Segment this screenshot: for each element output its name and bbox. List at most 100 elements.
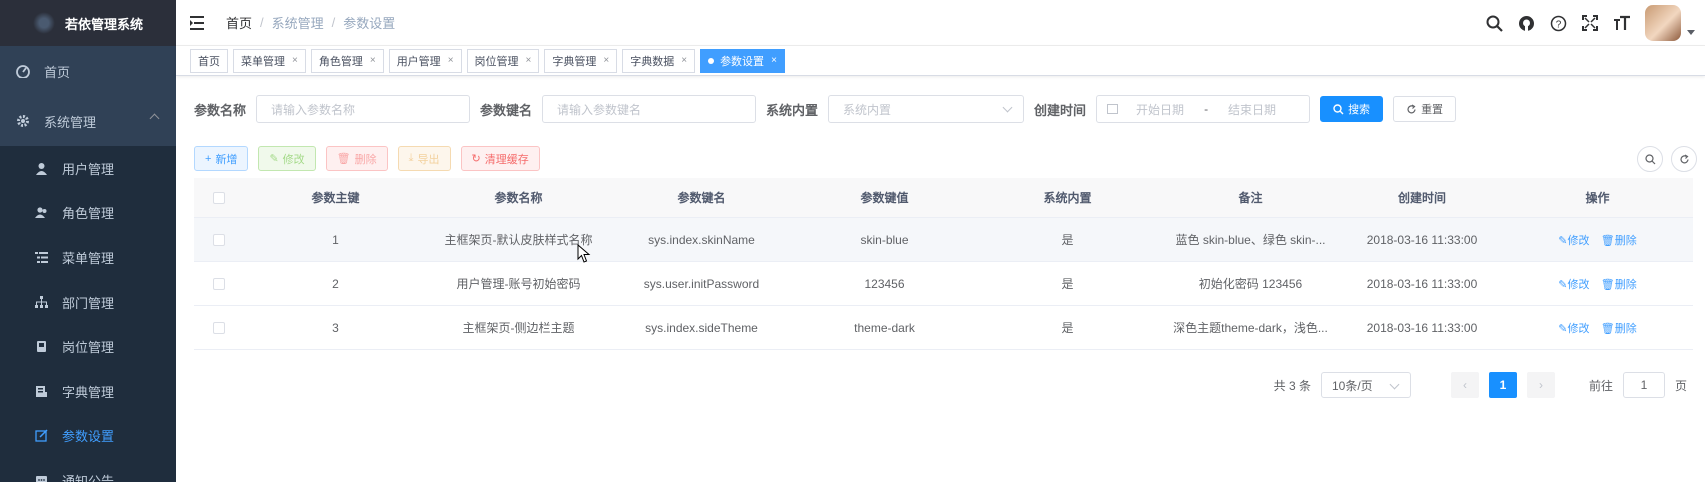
- config-key-input[interactable]: 请输入参数键名: [542, 95, 757, 123]
- close-icon[interactable]: ×: [681, 55, 687, 66]
- close-icon[interactable]: ×: [771, 55, 777, 66]
- search-button[interactable]: 搜索: [1320, 96, 1384, 122]
- plus-icon: +: [205, 152, 212, 165]
- close-icon[interactable]: ×: [370, 55, 376, 66]
- clear-cache-button[interactable]: ↻ 清理缓存: [460, 146, 540, 171]
- breadcrumb-separator: /: [260, 15, 264, 30]
- goto-page-input[interactable]: 1: [1622, 372, 1665, 398]
- sidebar-item-dept[interactable]: 部门管理: [0, 280, 176, 325]
- sidebar-item-role[interactable]: 角色管理: [0, 191, 176, 236]
- tag-menu[interactable]: 菜单管理 ×: [233, 48, 306, 73]
- page-number-1[interactable]: 1: [1488, 372, 1517, 398]
- sidebar-item-home[interactable]: 首页: [0, 46, 176, 96]
- toggle-search-button[interactable]: [1637, 146, 1663, 172]
- avatar[interactable]: [1645, 5, 1681, 41]
- row-edit-link[interactable]: ✎修改: [1558, 235, 1589, 247]
- next-page-button[interactable]: ›: [1526, 372, 1555, 398]
- row-edit-link[interactable]: ✎修改: [1558, 323, 1589, 335]
- breadcrumb-item-home[interactable]: 首页: [226, 13, 252, 32]
- table-row[interactable]: 2 用户管理-账号初始密码 sys.user.initPassword 1234…: [194, 262, 1693, 306]
- row-edit-label: 修改: [1567, 278, 1590, 291]
- peoples-icon: [34, 206, 48, 220]
- date-range-picker[interactable]: 开始日期 - 结束日期: [1096, 95, 1311, 123]
- edit-button-label: 修改: [282, 153, 305, 166]
- search-form: 参数名称 请输入参数名称 参数键名 请输入参数键名 系统内置 系统内置 创建时间…: [194, 95, 1457, 123]
- cell-key: sys.user.initPassword: [643, 276, 760, 291]
- fullscreen-icon[interactable]: [1581, 14, 1599, 32]
- sidebar-item-post[interactable]: 岗位管理: [0, 324, 176, 369]
- start-date-input[interactable]: 开始日期: [1130, 101, 1190, 118]
- table-row[interactable]: 3 主框架页-侧边栏主题 sys.index.sideTheme theme-d…: [194, 306, 1693, 350]
- end-date-input[interactable]: 结束日期: [1222, 101, 1282, 118]
- cell-builtin: 是: [1061, 277, 1074, 291]
- delete-button[interactable]: 🗑 删除: [325, 146, 388, 171]
- clear-cache-button-label: 清理缓存: [484, 153, 529, 166]
- search-button-label: 搜索: [1348, 104, 1371, 116]
- sidebar-item-menu[interactable]: 菜单管理: [0, 235, 176, 280]
- message-icon: [34, 473, 48, 482]
- table-row[interactable]: 1 主框架页-默认皮肤样式名称 sys.index.skinName skin-…: [194, 218, 1693, 262]
- page-unit-label: 页: [1674, 378, 1687, 393]
- tag-post[interactable]: 岗位管理 ×: [466, 48, 540, 73]
- tag-home[interactable]: 首页: [190, 48, 228, 73]
- config-name-input[interactable]: 请输入参数名称: [256, 95, 471, 123]
- tag-label: 参数设置: [720, 55, 765, 68]
- sidebar-item-label: 岗位管理: [62, 340, 115, 356]
- tag-role[interactable]: 角色管理 ×: [310, 48, 384, 73]
- github-icon[interactable]: [1517, 14, 1535, 32]
- refresh-button[interactable]: [1671, 146, 1697, 172]
- add-button[interactable]: + 新增: [194, 146, 249, 171]
- prev-page-button[interactable]: ‹: [1450, 372, 1479, 398]
- sidebar-logo[interactable]: 若依管理系统: [0, 0, 176, 46]
- row-delete-link[interactable]: 🗑删除: [1601, 323, 1637, 335]
- refresh-icon: [1407, 103, 1416, 113]
- row-edit-link[interactable]: ✎修改: [1558, 279, 1589, 291]
- tag-config[interactable]: 参数设置 ×: [700, 48, 785, 73]
- caret-down-icon[interactable]: [1687, 29, 1695, 35]
- config-type-select[interactable]: 系统内置: [828, 95, 1025, 123]
- select-all-checkbox[interactable]: [213, 192, 225, 205]
- search-icon: [1333, 103, 1344, 114]
- tag-user[interactable]: 用户管理 ×: [388, 48, 462, 73]
- user-icon: [34, 161, 48, 175]
- chevron-up-icon: [149, 113, 160, 124]
- row-delete-link[interactable]: 🗑删除: [1601, 235, 1637, 247]
- reset-button[interactable]: 重置: [1393, 96, 1457, 122]
- row-checkbox[interactable]: [213, 278, 225, 291]
- row-checkbox[interactable]: [213, 234, 225, 247]
- hamburger-icon[interactable]: [190, 15, 206, 30]
- row-edit-label: 修改: [1567, 234, 1590, 247]
- close-icon[interactable]: ×: [526, 55, 532, 66]
- export-button[interactable]: ⤓ 导出: [397, 146, 451, 171]
- sidebar-submenu: 用户管理 角色管理 菜单管理 部门管理 岗位管理 字典管理 参数设置 通知公告: [0, 146, 176, 482]
- question-icon[interactable]: ?: [1549, 14, 1567, 32]
- edit-button[interactable]: ✎ 修改: [258, 146, 316, 171]
- sidebar-item-label: 部门管理: [62, 295, 115, 311]
- close-icon[interactable]: ×: [603, 55, 609, 66]
- search-icon[interactable]: [1485, 14, 1503, 32]
- font-size-icon[interactable]: [1613, 14, 1631, 32]
- sidebar-item-system[interactable]: 系统管理: [0, 96, 176, 146]
- sidebar-item-label: 角色管理: [62, 206, 115, 222]
- placeholder: 请输入参数名称: [271, 102, 356, 117]
- row-checkbox[interactable]: [213, 322, 225, 335]
- trash-icon: 🗑: [336, 153, 351, 165]
- config-table: 参数主键 参数名称 参数键名 参数键值 系统内置 备注 创建时间 操作 1 主框…: [194, 178, 1693, 350]
- row-delete-link[interactable]: 🗑删除: [1601, 279, 1637, 291]
- page-size-select[interactable]: 10条/页: [1320, 372, 1411, 398]
- close-icon[interactable]: ×: [292, 55, 298, 66]
- app-title: 若依管理系统: [64, 16, 143, 32]
- select-all-cell: [194, 191, 244, 205]
- close-icon[interactable]: ×: [448, 55, 454, 66]
- tag-dict-data[interactable]: 字典数据 ×: [622, 48, 696, 73]
- cell-remark: 初始化密码 123456: [1198, 277, 1303, 291]
- sidebar-item-config[interactable]: 参数设置: [0, 414, 176, 459]
- sidebar-item-dict[interactable]: 字典管理: [0, 369, 176, 414]
- column-header: 备注: [1238, 191, 1263, 205]
- sidebar-item-notice[interactable]: 通知公告: [0, 458, 176, 482]
- table-header: 参数主键 参数名称 参数键名 参数键值 系统内置 备注 创建时间 操作: [194, 178, 1693, 218]
- sidebar-item-user[interactable]: 用户管理: [0, 146, 176, 191]
- cell-id: 2: [332, 276, 339, 291]
- sidebar-item-label: 参数设置: [62, 429, 115, 445]
- tag-dict[interactable]: 字典管理 ×: [544, 48, 618, 73]
